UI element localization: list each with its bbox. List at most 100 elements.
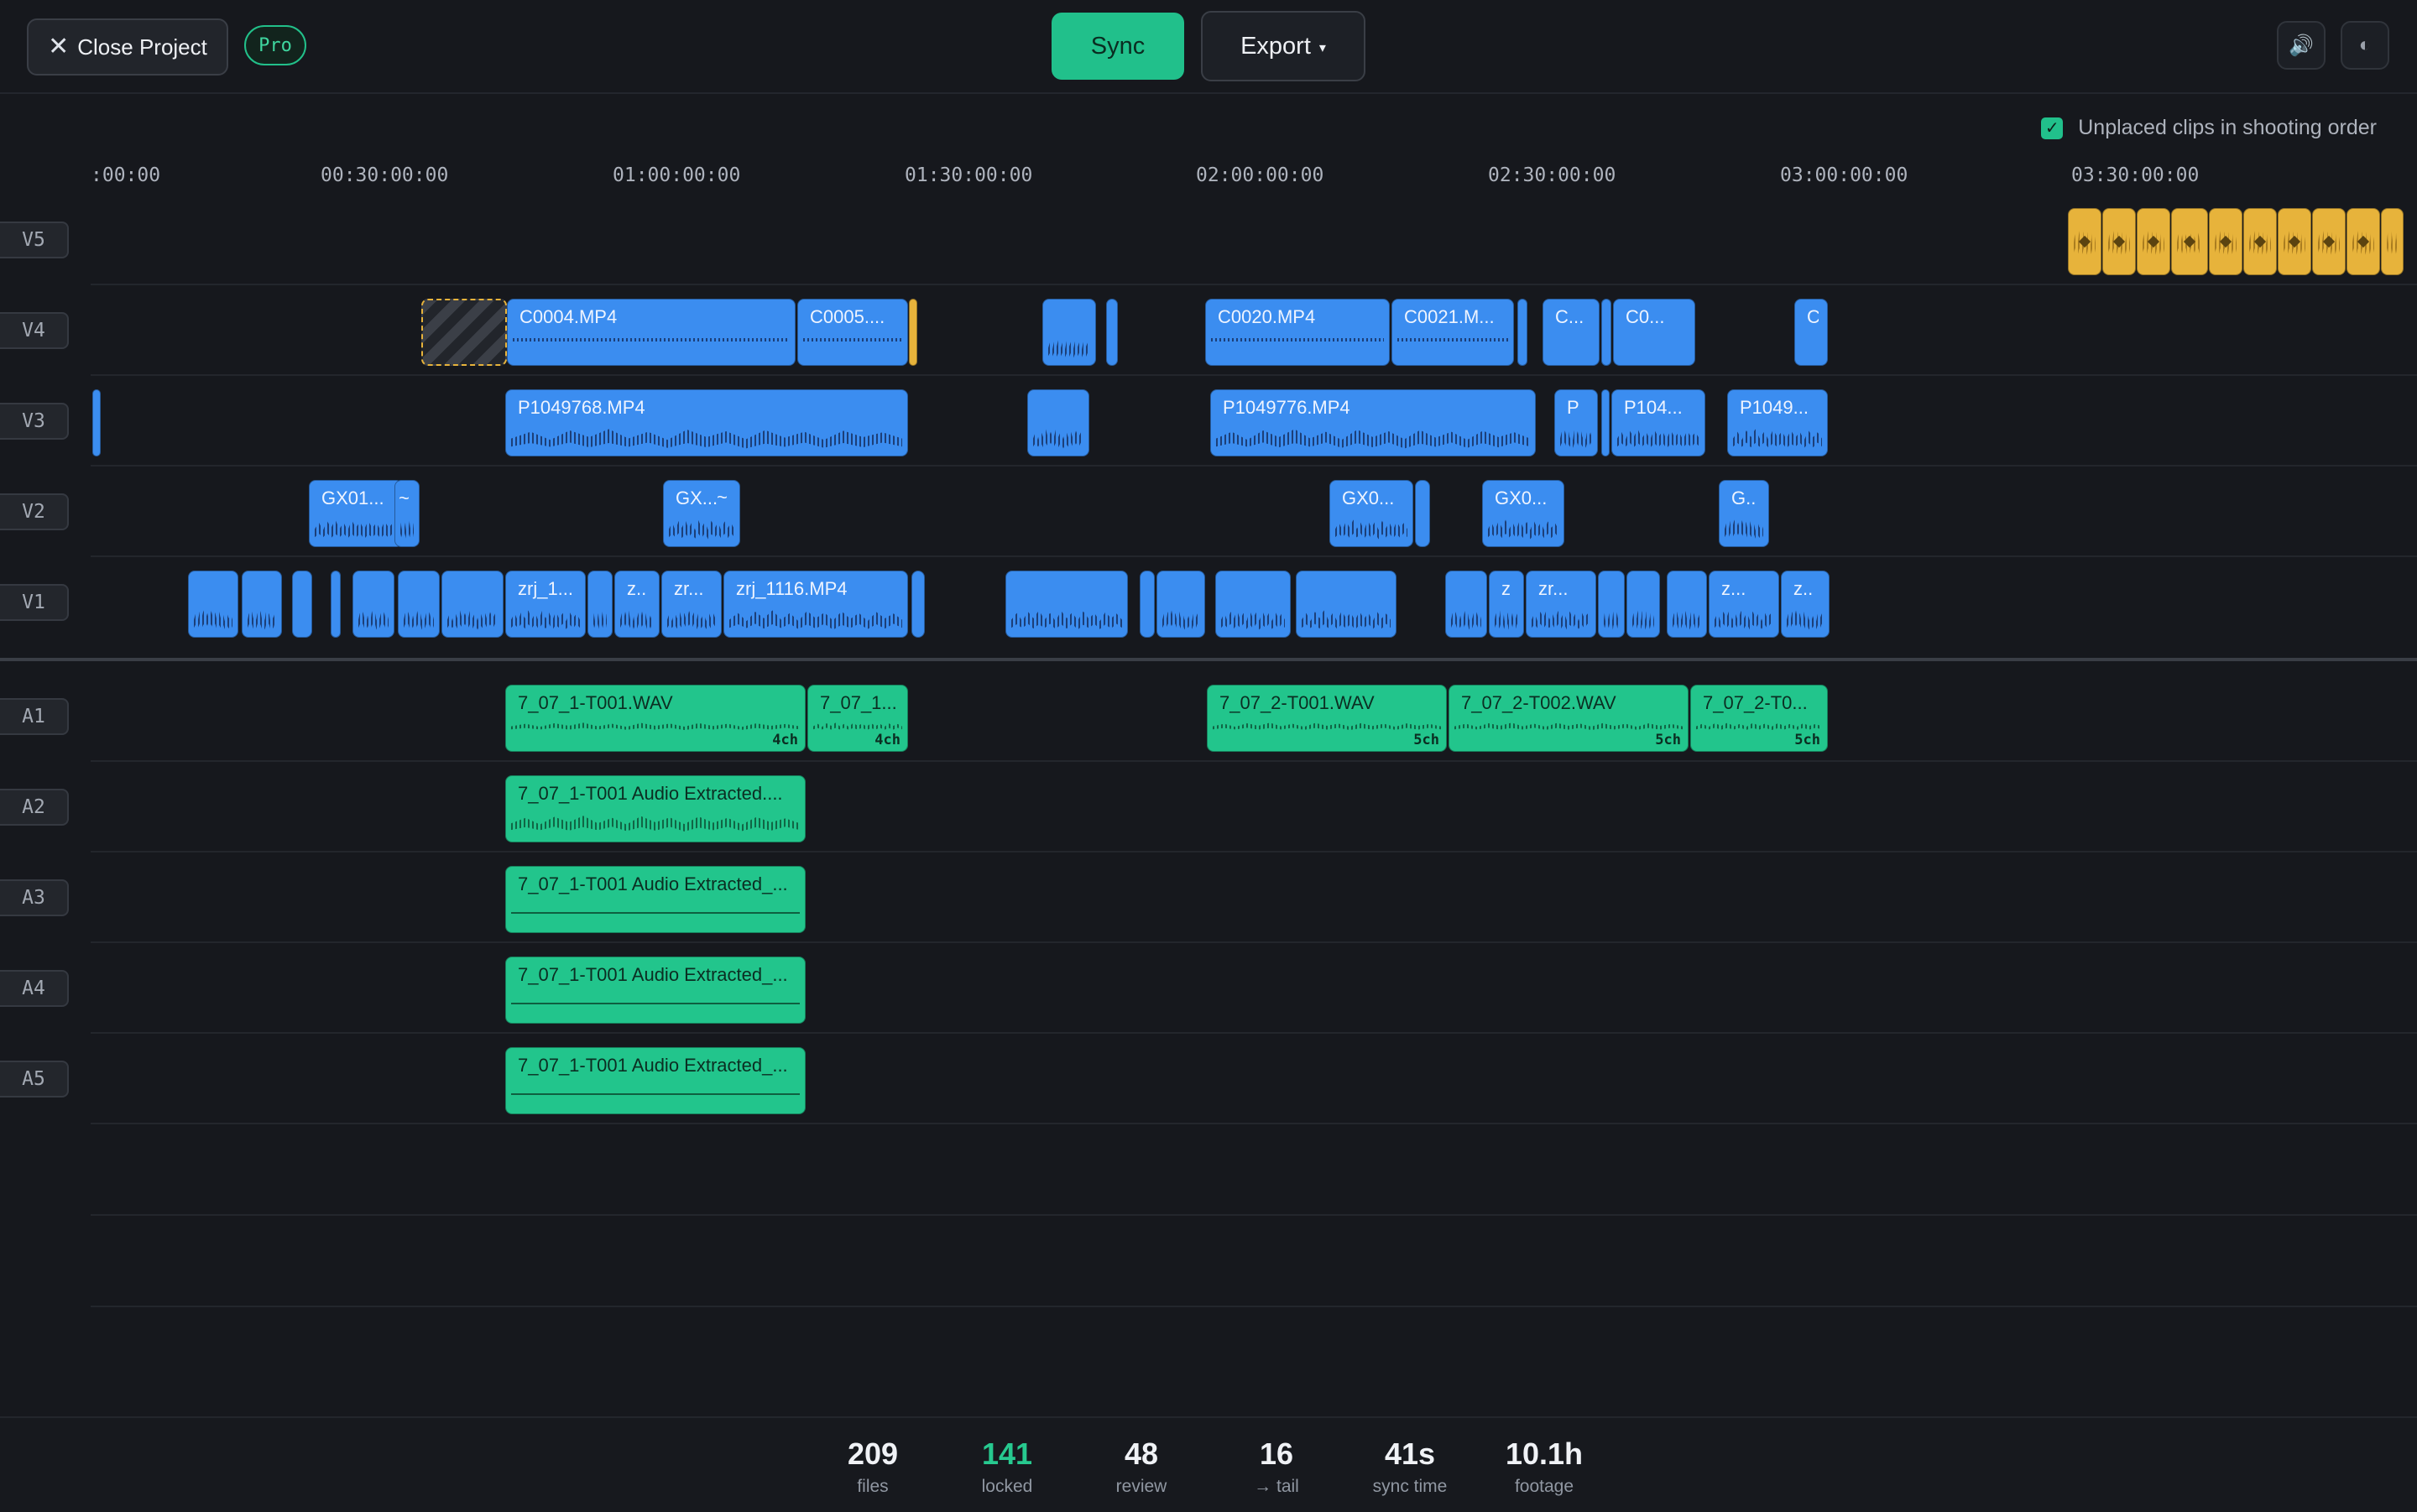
video-clip[interactable]: GX0... [1329, 480, 1413, 547]
unplaced-clip[interactable] [909, 299, 917, 366]
sync-button[interactable]: Sync [1052, 13, 1184, 80]
video-clip[interactable]: P104... [1611, 389, 1705, 456]
video-clip[interactable] [1598, 571, 1625, 638]
track-label-a1[interactable]: A1 [0, 698, 69, 735]
shooting-order-label: Unplaced clips in shooting order [2078, 116, 2377, 139]
video-clip[interactable] [1445, 571, 1487, 638]
video-clip[interactable]: C0021.M... [1391, 299, 1514, 366]
video-clip[interactable] [352, 571, 394, 638]
video-clip[interactable]: P1049... [1727, 389, 1828, 456]
video-clip[interactable]: zrj_1116.MP4 [723, 571, 908, 638]
close-project-button[interactable]: ✕ Close Project [27, 18, 228, 76]
shooting-order-option[interactable]: ✓ Unplaced clips in shooting order [2041, 116, 2377, 140]
channel-count: 5ch [1655, 732, 1681, 748]
track-label-v2[interactable]: V2 [0, 493, 69, 530]
unplaced-clip[interactable] [2068, 208, 2101, 275]
audio-clip[interactable]: 7_07_1-T001 Audio Extracted_... [505, 866, 806, 933]
track-label-v5[interactable]: V5 [0, 222, 69, 258]
video-clip[interactable]: GX01... [309, 480, 403, 547]
unplaced-clip[interactable] [2243, 208, 2277, 275]
audio-clip[interactable]: 7_07_1... 4ch [807, 685, 908, 752]
audio-clip[interactable]: 7_07_2-T0... 5ch [1690, 685, 1828, 752]
stat-review: 48 review [1083, 1436, 1200, 1497]
video-clip[interactable] [1215, 571, 1291, 638]
video-clip[interactable] [242, 571, 282, 638]
unplaced-clip[interactable] [2171, 208, 2208, 275]
video-clip[interactable] [1005, 571, 1128, 638]
theme-toggle-button[interactable]: ◐ [2341, 21, 2389, 70]
track-label-v4[interactable]: V4 [0, 312, 69, 349]
track-label-a4[interactable]: A4 [0, 970, 69, 1007]
video-clip[interactable] [1415, 480, 1430, 547]
video-clip[interactable]: P1049768.MP4 [505, 389, 908, 456]
video-clip[interactable] [1517, 299, 1527, 366]
video-clip[interactable]: ~ [394, 480, 420, 547]
track-label-a2[interactable]: A2 [0, 789, 69, 826]
video-clip[interactable] [1156, 571, 1205, 638]
video-clip[interactable]: C0005.... [797, 299, 908, 366]
stat-label: review [1115, 1477, 1167, 1496]
video-clip[interactable]: C0020.MP4 [1205, 299, 1390, 366]
channel-count: 5ch [1413, 732, 1439, 748]
track-separator [91, 1214, 2417, 1216]
unplaced-clip[interactable] [2347, 208, 2380, 275]
video-clip[interactable] [587, 571, 613, 638]
clip-name: P1049... [1740, 397, 1809, 418]
video-clip[interactable] [911, 571, 925, 638]
video-clip[interactable]: P [1554, 389, 1598, 456]
video-clip[interactable]: z.. [614, 571, 660, 638]
track-label-v3[interactable]: V3 [0, 403, 69, 440]
track-label-a5[interactable]: A5 [0, 1061, 69, 1098]
video-clip[interactable] [1140, 571, 1155, 638]
video-clip[interactable] [1601, 389, 1610, 456]
clip-name: C0004.MP4 [519, 306, 618, 327]
video-clip[interactable] [331, 571, 341, 638]
shooting-order-checkbox[interactable]: ✓ [2041, 117, 2064, 139]
audio-clip[interactable]: 7_07_1-T001 Audio Extracted_... [505, 1047, 806, 1114]
video-clip[interactable]: z... [1709, 571, 1779, 638]
video-clip[interactable]: ~ [715, 480, 737, 510]
export-button[interactable]: Export ▾ [1201, 11, 1365, 81]
video-clip[interactable]: C0004.MP4 [507, 299, 796, 366]
audio-clip[interactable]: 7_07_2-T001.WAV 5ch [1207, 685, 1447, 752]
video-clip[interactable] [92, 389, 101, 456]
video-clip[interactable] [1667, 571, 1707, 638]
video-clip[interactable]: C [1794, 299, 1828, 366]
video-clip[interactable]: z [1489, 571, 1524, 638]
video-clip[interactable]: zr... [661, 571, 722, 638]
video-clip[interactable] [1106, 299, 1118, 366]
video-clip[interactable]: G.. [1719, 480, 1769, 547]
selected-clip-placeholder[interactable] [421, 299, 507, 366]
audio-clip[interactable]: 7_07_2-T002.WAV 5ch [1449, 685, 1689, 752]
video-clip[interactable]: GX0... [1482, 480, 1564, 547]
video-clip[interactable]: C... [1543, 299, 1600, 366]
track-separator [91, 1306, 2417, 1307]
audio-clip[interactable]: 7_07_1-T001 Audio Extracted_... [505, 957, 806, 1024]
unplaced-clip[interactable] [2381, 208, 2404, 275]
video-clip[interactable] [1042, 299, 1096, 366]
audio-clip[interactable]: 7_07_1-T001 Audio Extracted.... [505, 775, 806, 842]
video-clip[interactable]: z.. [1781, 571, 1830, 638]
video-clip[interactable] [188, 571, 238, 638]
volume-button[interactable]: 🔊 [2277, 21, 2326, 70]
unplaced-clip[interactable] [2102, 208, 2136, 275]
video-clip[interactable]: zrj_1... [505, 571, 586, 638]
video-clip[interactable] [1601, 299, 1611, 366]
video-clip[interactable] [1626, 571, 1660, 638]
unplaced-clip[interactable] [2312, 208, 2346, 275]
video-clip[interactable]: zr... [1526, 571, 1596, 638]
audio-clip[interactable]: 7_07_1-T001.WAV 4ch [505, 685, 806, 752]
video-clip[interactable] [1027, 389, 1089, 456]
video-clip[interactable] [292, 571, 312, 638]
unplaced-clip[interactable] [2278, 208, 2311, 275]
video-clip[interactable] [441, 571, 504, 638]
video-clip[interactable] [398, 571, 440, 638]
unplaced-clip[interactable] [2209, 208, 2242, 275]
video-clip[interactable] [1296, 571, 1396, 638]
video-clip[interactable]: P1049776.MP4 [1210, 389, 1536, 456]
track-label-a3[interactable]: A3 [0, 879, 69, 916]
timeline-ruler[interactable]: :00:00 00:30:00:00 01:00:00:00 01:30:00:… [91, 158, 2417, 191]
track-label-v1[interactable]: V1 [0, 584, 69, 621]
unplaced-clip[interactable] [2137, 208, 2170, 275]
video-clip[interactable]: C0... [1613, 299, 1695, 366]
